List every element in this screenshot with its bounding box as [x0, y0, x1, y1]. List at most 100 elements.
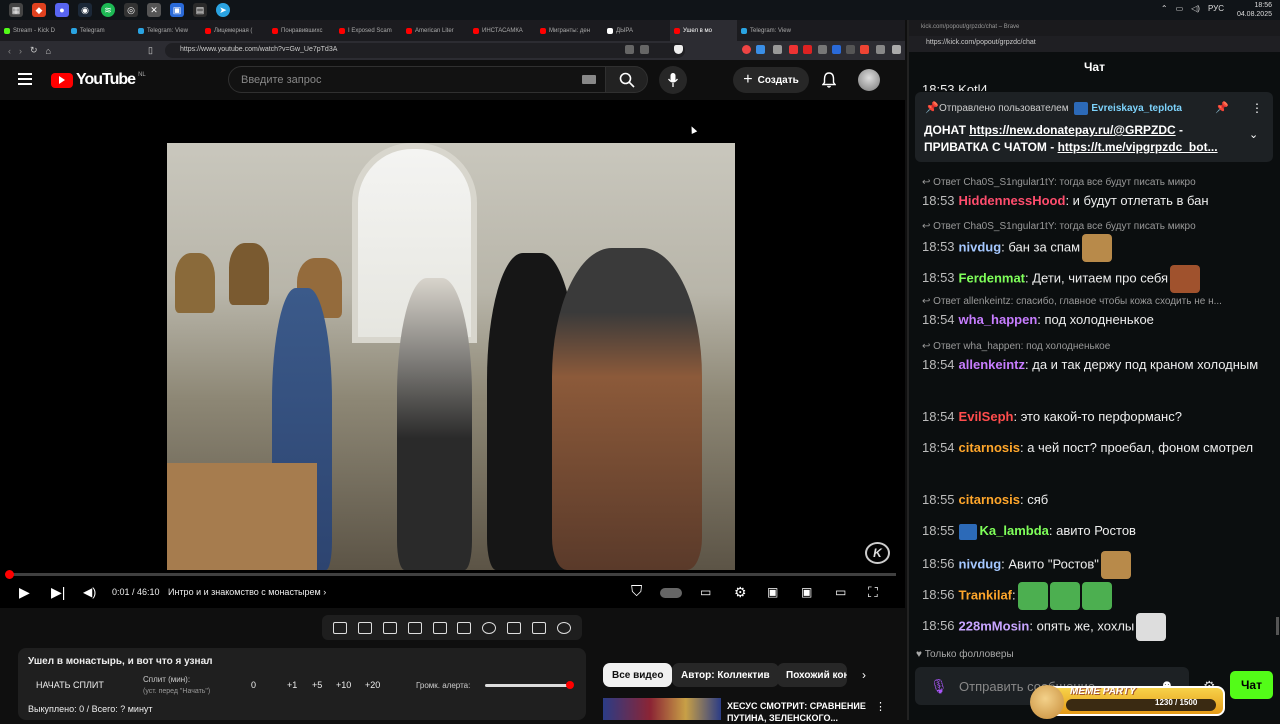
browser-tab[interactable]: Telegram — [67, 20, 134, 41]
browser-tab[interactable]: American Liter — [402, 20, 469, 41]
shield-play-icon[interactable]: ⛉ — [631, 584, 642, 599]
browser-tab[interactable]: I Exposed Scam — [335, 20, 402, 41]
volume-icon[interactable]: ◁) — [1191, 4, 1200, 13]
emote-icon[interactable] — [1136, 613, 1167, 641]
app-icon-3[interactable]: ▤ — [193, 3, 207, 17]
extension-icon-8[interactable] — [846, 45, 855, 54]
notifications-bell-icon[interactable] — [821, 72, 837, 93]
extension-icon-5[interactable] — [803, 45, 812, 54]
message-username[interactable]: citarnosis — [959, 440, 1020, 455]
telegram-icon[interactable]: ➤ — [216, 3, 230, 17]
speed-icon[interactable] — [482, 621, 497, 634]
autoplay-toggle[interactable] — [660, 588, 682, 598]
bookmark-icon[interactable]: ▯ — [148, 45, 153, 56]
screenshot-icon[interactable] — [531, 621, 546, 634]
browser-tab[interactable]: Stream - Kick D — [0, 20, 67, 41]
alert-volume-slider[interactable] — [485, 684, 571, 687]
chip-all-videos[interactable]: Все видео — [603, 663, 673, 687]
message-username[interactable]: EvilSeph — [959, 409, 1014, 424]
message-username[interactable]: HiddennessHood — [959, 193, 1066, 208]
discord-icon[interactable]: ● — [55, 3, 69, 17]
chapter-title[interactable]: Интро и и знакомство с монастырем › — [168, 587, 326, 597]
extension-icon-9[interactable] — [860, 45, 869, 54]
loop-icon[interactable] — [333, 621, 348, 634]
message-username[interactable]: nivdug — [959, 239, 1002, 254]
progress-bar[interactable] — [8, 573, 896, 576]
chat-url-field[interactable]: https://kick.com/popout/grpzdc/chat — [909, 36, 1280, 52]
microphone-icon[interactable]: 🎙 — [930, 678, 948, 695]
url-field[interactable]: https://www.youtube.com/watch?v=Gw_Ue7pT… — [165, 43, 685, 58]
more-vertical-icon[interactable]: ⋮ — [1251, 101, 1263, 115]
next-icon[interactable]: ▶| — [51, 585, 65, 599]
user-avatar[interactable] — [858, 69, 880, 91]
more-vertical-icon[interactable]: ⋮ — [875, 700, 886, 713]
image-icon[interactable] — [432, 621, 447, 634]
frames-icon[interactable] — [457, 621, 472, 634]
app-icon[interactable]: ✕ — [147, 3, 161, 17]
create-button[interactable]: + Создать — [733, 67, 809, 93]
message-username[interactable]: Trankilaf — [959, 587, 1012, 602]
increment-1-button[interactable]: +1 — [287, 680, 297, 690]
youtube-logo[interactable]: YouTube NL — [51, 71, 146, 89]
install-icon[interactable] — [625, 45, 634, 54]
emote-icon[interactable] — [1049, 582, 1080, 610]
donate-link[interactable]: https://new.donatepay.ru/@GRPZDC — [969, 123, 1175, 137]
cast-icon[interactable]: ▭ — [835, 585, 846, 599]
windows-start-icon[interactable]: ▦ — [9, 3, 23, 17]
theater-mode-icon[interactable]: ▣ — [801, 585, 812, 599]
steam-icon[interactable]: ◉ — [78, 3, 92, 17]
film-icon[interactable] — [407, 621, 422, 634]
emote-icon[interactable] — [1081, 582, 1112, 610]
chevron-down-icon[interactable]: ⌄ — [1249, 128, 1258, 141]
send-chat-button[interactable]: Чат — [1230, 671, 1273, 699]
extension-icon-2[interactable] — [756, 45, 765, 54]
reply-context[interactable]: ↩ Ответ Cha0S_S1ngular1tY: тогда все буд… — [922, 221, 1267, 232]
browser-tab[interactable]: Ушел в мо — [670, 20, 737, 41]
recommendation-title[interactable]: ХЕСУС СМОТРИТ: СРАВНЕНИЕ ПУТИНА, ЗЕЛЕНСК… — [727, 700, 872, 724]
system-clock[interactable]: 18:56 04.08.2025 — [1237, 1, 1272, 19]
playlist-icon[interactable] — [382, 621, 397, 634]
emote-icon[interactable] — [1017, 582, 1048, 610]
miniplayer-icon[interactable]: ▣ — [767, 585, 778, 599]
unpin-icon[interactable]: 📌 — [1215, 101, 1229, 114]
obs-icon[interactable]: ◎ — [124, 3, 138, 17]
app-icon-2[interactable]: ▣ — [170, 3, 184, 17]
emote-icon[interactable] — [1082, 234, 1113, 262]
subtitles-icon[interactable]: ▭ — [700, 585, 711, 599]
brave-icon[interactable]: ◆ — [32, 3, 46, 17]
language-indicator[interactable]: РУС — [1208, 4, 1224, 13]
browser-tab[interactable]: ДЫРА — [603, 20, 670, 41]
extension-icon-7[interactable] — [832, 45, 841, 54]
increment-5-button[interactable]: +5 — [312, 680, 322, 690]
message-username[interactable]: citarnosis — [959, 492, 1020, 507]
search-input[interactable] — [229, 67, 529, 92]
spotify-icon[interactable]: ≋ — [101, 3, 115, 17]
reply-context[interactable]: ↩ Ответ Cha0S_S1ngular1tY: тогда все буд… — [922, 177, 1267, 188]
chip-author[interactable]: Автор: Коллектив — [672, 663, 779, 687]
add-icon[interactable] — [506, 621, 521, 634]
settings-icon[interactable]: ⚙ — [734, 585, 747, 599]
extension-icon-1[interactable] — [742, 45, 751, 54]
play-icon[interactable]: ▶ — [19, 585, 30, 599]
emote-icon[interactable] — [1100, 551, 1131, 579]
voice-search-button[interactable] — [659, 66, 687, 94]
back-icon[interactable]: ‹ — [8, 46, 11, 56]
message-username[interactable]: Ferdenmat — [959, 270, 1025, 285]
reply-context[interactable]: ↩ Ответ allenkeintz: спасибо, главное чт… — [922, 296, 1267, 307]
telegram-link[interactable]: https://t.me/vipgrpzdc_bot... — [1058, 140, 1218, 154]
volume-icon[interactable]: ◀) — [83, 585, 96, 599]
message-username[interactable]: wha_happen — [959, 312, 1038, 327]
network-icon[interactable]: ▭ — [1176, 4, 1184, 13]
increment-10-button[interactable]: +10 — [336, 680, 351, 690]
gear-icon[interactable] — [556, 621, 571, 634]
keyboard-icon[interactable] — [582, 75, 596, 84]
menu-icon[interactable] — [892, 45, 901, 54]
message-username[interactable]: Ka_lambda — [980, 523, 1049, 538]
browser-tab[interactable]: Мигранты: ден — [536, 20, 603, 41]
audio-icon[interactable] — [358, 621, 373, 634]
message-username[interactable]: nivdug — [959, 556, 1002, 571]
progress-scrubber[interactable] — [5, 570, 14, 579]
recommendation-thumbnail[interactable] — [603, 698, 721, 720]
browser-tab[interactable]: Понравившихс — [268, 20, 335, 41]
chevron-up-icon[interactable]: ⌃ — [1161, 4, 1168, 13]
